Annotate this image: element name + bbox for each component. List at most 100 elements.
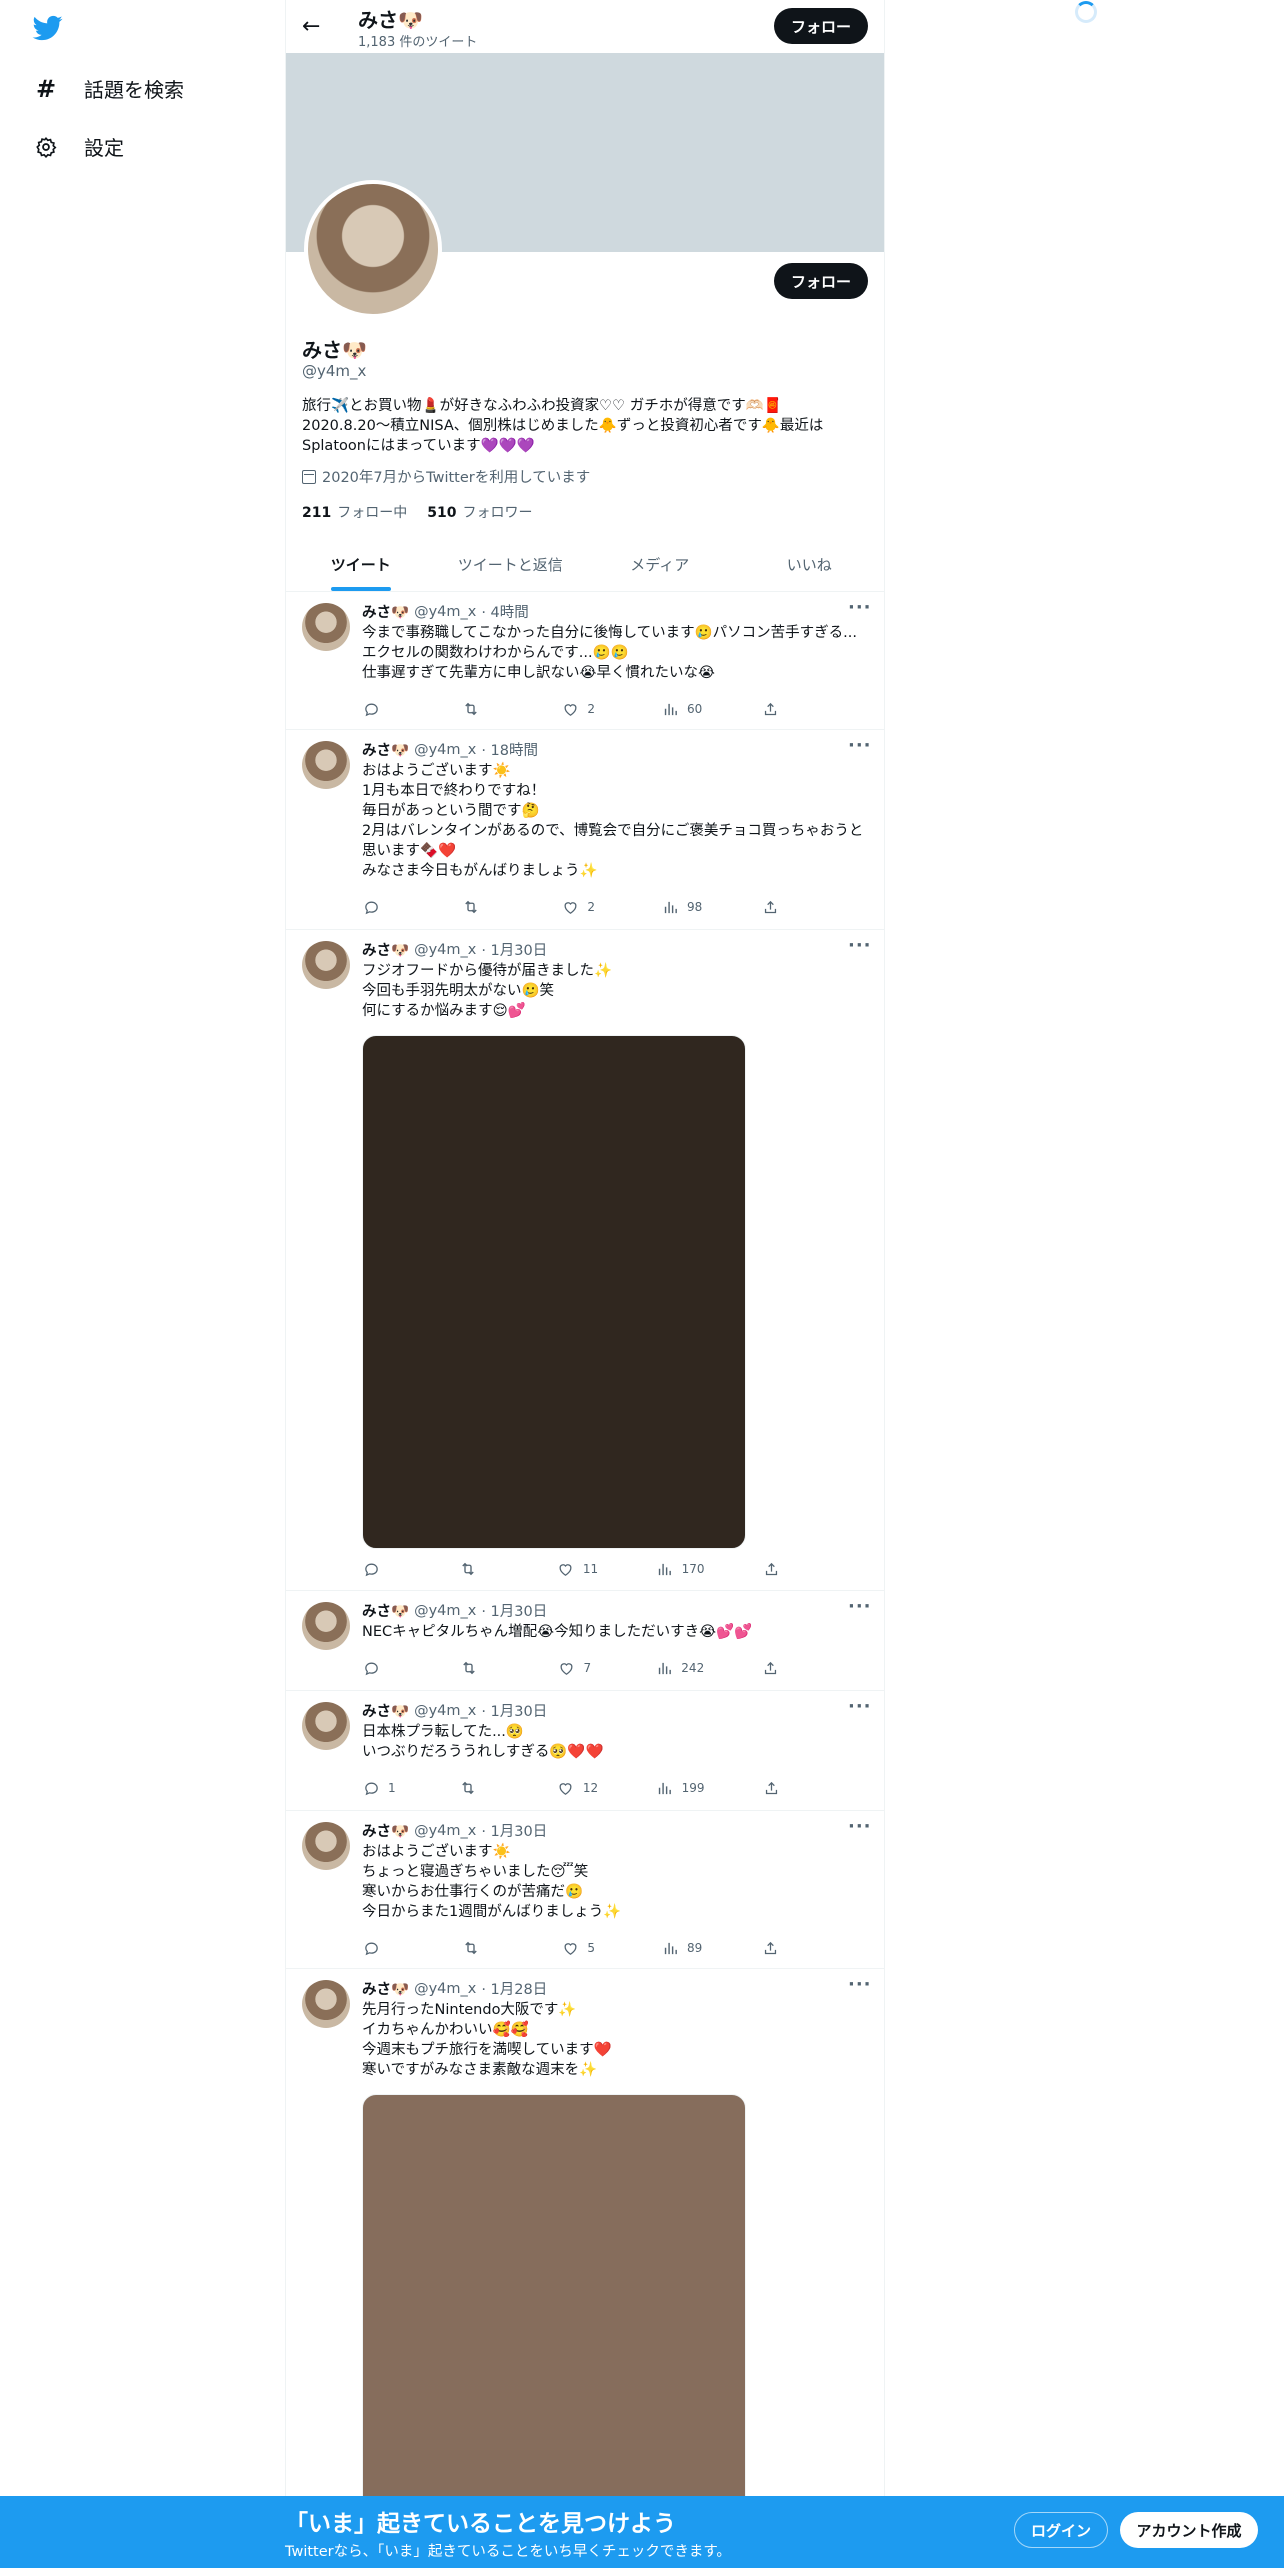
more-icon[interactable]: ···: [848, 1596, 872, 1617]
retweet-button[interactable]: [462, 699, 502, 719]
tweet-avatar[interactable]: [302, 603, 350, 651]
tweet-avatar[interactable]: [302, 1822, 350, 1870]
tweet-text: フジオフードから優待が届きました✨ 今回も手羽先明太がない🥲笑 何にするか悩みま…: [362, 963, 613, 1019]
reply-icon: [362, 1659, 380, 1677]
login-button[interactable]: ログイン: [1014, 2512, 1108, 2548]
tweet[interactable]: みさ🐶 @y4m_x · 1月28日 ··· 先月行ったNintendo大阪です✨ …: [286, 1968, 884, 2516]
share-icon: [762, 1560, 780, 1578]
tweet-media[interactable]: [362, 2094, 746, 2516]
tweet-actions: 1 12 199: [362, 1778, 802, 1798]
tweet-time[interactable]: · 1月30日: [481, 939, 547, 960]
tweet-time[interactable]: · 1月30日: [481, 1820, 547, 1841]
main-column: ← みさ🐶 1,183 件のツイート フォロー フォロー みさ🐶 @y4m_x …: [285, 0, 885, 2568]
tweet-author-handle[interactable]: @y4m_x: [414, 604, 476, 620]
more-icon[interactable]: ···: [848, 1974, 872, 1995]
tweet-author-name[interactable]: みさ🐶: [362, 1820, 409, 1841]
tab-tweets[interactable]: ツイート: [286, 538, 436, 591]
tweet-text: 今まで事務職してこなかった自分に後悔しています🥲パソコン苦手すぎる...エクセル…: [362, 625, 858, 681]
tab-tweets-replies[interactable]: ツイートと返信: [436, 538, 586, 591]
tweet[interactable]: みさ🐶 @y4m_x · 4時間 ··· 今まで事務職してこなかった自分に後悔してい…: [286, 591, 884, 730]
reply-button[interactable]: [362, 699, 402, 719]
tweet-author-handle[interactable]: @y4m_x: [414, 1981, 476, 1997]
twitter-logo-icon[interactable]: [30, 13, 66, 43]
tweet[interactable]: みさ🐶 @y4m_x · 18時間 ··· おはようございます☀️ 1月も本日で終わ…: [286, 729, 884, 930]
retweet-button[interactable]: [459, 1559, 499, 1579]
reply-button[interactable]: [362, 1938, 402, 1958]
like-button[interactable]: 11: [557, 1559, 598, 1579]
reply-button[interactable]: [362, 1658, 402, 1678]
tweet[interactable]: みさ🐶 @y4m_x · 1月30日 ··· NECキャピタルちゃん増配😭今知りまし…: [286, 1590, 884, 1691]
like-button[interactable]: 5: [561, 1938, 601, 1958]
tweet-time[interactable]: · 18時間: [481, 739, 538, 760]
tweet[interactable]: みさ🐶 @y4m_x · 1月30日 ··· おはようございます☀️ ちょっと寝過ぎ…: [286, 1810, 884, 1969]
tab-media[interactable]: メディア: [585, 538, 735, 591]
profile-follow-button[interactable]: フォロー: [774, 263, 868, 299]
share-button[interactable]: [762, 1559, 802, 1579]
tweet-media[interactable]: [362, 1035, 746, 1549]
more-icon[interactable]: ···: [848, 597, 872, 618]
reply-button[interactable]: [362, 897, 402, 917]
tweet-time[interactable]: · 1月30日: [481, 1700, 547, 1721]
tweet-time[interactable]: · 4時間: [481, 601, 528, 622]
reply-button[interactable]: 1: [362, 1778, 402, 1798]
tweet-actions: 2 98: [362, 897, 802, 917]
like-button[interactable]: 12: [557, 1778, 598, 1798]
tweet-author-name[interactable]: みさ🐶: [362, 601, 409, 622]
tweet[interactable]: みさ🐶 @y4m_x · 1月30日 ··· フジオフードから優待が届きました✨ 今…: [286, 929, 884, 1591]
nav-explore[interactable]: # 話題を検索: [34, 74, 184, 103]
more-icon[interactable]: ···: [848, 1696, 872, 1717]
retweet-button[interactable]: [462, 1938, 502, 1958]
views-button[interactable]: 60: [661, 699, 702, 719]
reply-button[interactable]: [362, 1559, 402, 1579]
nav-settings-label: 設定: [84, 136, 124, 160]
followers-link[interactable]: 510 フォロワー: [427, 502, 532, 522]
header-follow-button[interactable]: フォロー: [774, 8, 868, 44]
tweet-avatar[interactable]: [302, 941, 350, 989]
more-icon[interactable]: ···: [848, 735, 872, 756]
tweet-avatar[interactable]: [302, 1602, 350, 1650]
like-icon: [561, 700, 579, 718]
share-button[interactable]: [762, 699, 802, 719]
tweet-author-handle[interactable]: @y4m_x: [414, 1823, 476, 1839]
retweet-button[interactable]: [462, 897, 502, 917]
tweet[interactable]: みさ🐶 @y4m_x · 1月30日 ··· 日本株プラ転してた...🥺 いつぶりだ…: [286, 1690, 884, 1811]
views-button[interactable]: 170: [656, 1559, 705, 1579]
share-button[interactable]: [762, 897, 802, 917]
tweet-avatar[interactable]: [302, 741, 350, 789]
profile-avatar[interactable]: [304, 180, 442, 318]
tweet-avatar[interactable]: [302, 1702, 350, 1750]
tab-likes[interactable]: いいね: [735, 538, 885, 591]
retweet-button[interactable]: [460, 1658, 500, 1678]
back-arrow-icon[interactable]: ←: [302, 14, 320, 39]
views-button[interactable]: 98: [661, 897, 702, 917]
tweet-avatar[interactable]: [302, 1980, 350, 2028]
share-button[interactable]: [762, 1778, 802, 1798]
views-button[interactable]: 242: [655, 1658, 704, 1678]
tweet-author-handle[interactable]: @y4m_x: [414, 1703, 476, 1719]
views-button[interactable]: 199: [656, 1778, 705, 1798]
tweet-time[interactable]: · 1月30日: [481, 1600, 547, 1621]
share-button[interactable]: [762, 1658, 802, 1678]
tweet-author-name[interactable]: みさ🐶: [362, 739, 409, 760]
like-button[interactable]: 2: [561, 897, 601, 917]
tweet-author-handle[interactable]: @y4m_x: [414, 942, 476, 958]
signup-button[interactable]: アカウント作成: [1120, 2512, 1258, 2548]
more-icon[interactable]: ···: [848, 935, 872, 956]
like-button[interactable]: 2: [561, 699, 601, 719]
profile-name: みさ🐶: [302, 338, 367, 362]
tweet-author-name[interactable]: みさ🐶: [362, 1978, 409, 1999]
tweet-author-handle[interactable]: @y4m_x: [414, 1603, 476, 1619]
views-button[interactable]: 89: [661, 1938, 702, 1958]
share-button[interactable]: [762, 1938, 802, 1958]
more-icon[interactable]: ···: [848, 1816, 872, 1837]
following-link[interactable]: 211 フォロー中: [302, 502, 407, 522]
like-button[interactable]: 7: [558, 1658, 598, 1678]
tweet-author-name[interactable]: みさ🐶: [362, 939, 409, 960]
nav-settings[interactable]: 設定: [34, 132, 124, 161]
tweet-author-name[interactable]: みさ🐶: [362, 1700, 409, 1721]
retweet-button[interactable]: [459, 1778, 499, 1798]
retweet-icon: [460, 1659, 478, 1677]
tweet-time[interactable]: · 1月28日: [481, 1978, 547, 1999]
tweet-author-name[interactable]: みさ🐶: [362, 1600, 409, 1621]
tweet-author-handle[interactable]: @y4m_x: [414, 742, 476, 758]
